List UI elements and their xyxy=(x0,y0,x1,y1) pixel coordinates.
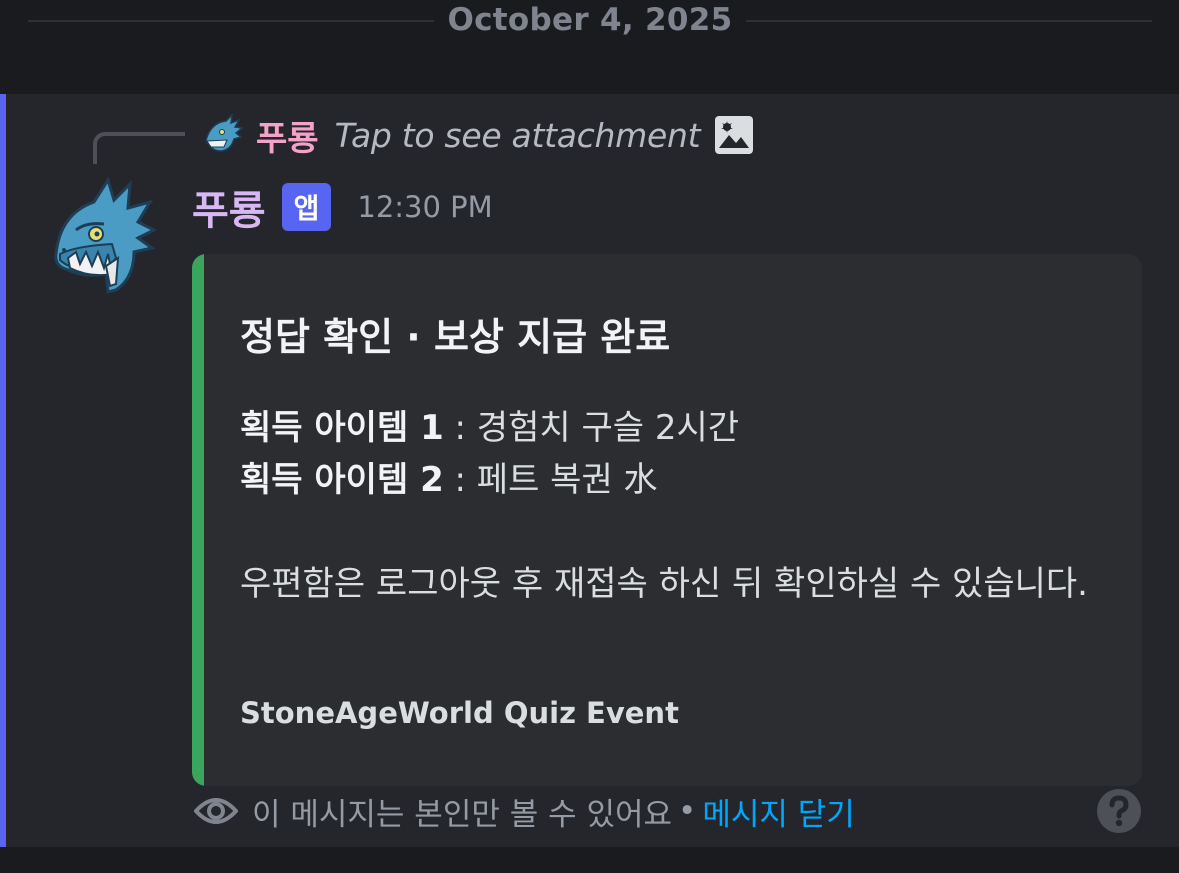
embed-field-2: 획득 아이템 2 : 페트 복권 水 xyxy=(240,452,658,501)
embed-title: 정답 확인 · 보상 지급 완료 xyxy=(240,315,671,359)
reply-reference[interactable]: 푸룡 Tap to see attachment xyxy=(196,110,754,160)
ephemeral-highlight-bar xyxy=(0,94,6,847)
message-timestamp[interactable]: 12:30 PM xyxy=(357,190,492,224)
ephemeral-notice: 이 메시지는 본인만 볼 수 있어요 • 메시지 닫기 xyxy=(194,789,855,834)
reply-text[interactable]: Tap to see attachment xyxy=(335,116,701,155)
app-badge: 앱 xyxy=(281,183,332,231)
embed: 정답 확인 · 보상 지급 완료 획득 아이템 1 : 경험치 구슬 2시간 획… xyxy=(192,254,1142,786)
eye-icon xyxy=(194,798,238,824)
embed-footer: StoneAgeWorld Quiz Event xyxy=(240,696,679,730)
image-icon xyxy=(715,116,754,154)
embed-description: 우편함은 로그아웃 후 재접속 하신 뒤 확인하실 수 있습니다. xyxy=(240,564,1088,604)
separator-dot: • xyxy=(678,793,697,829)
embed-accent-bar xyxy=(192,254,204,786)
reply-author[interactable]: 푸룡 xyxy=(256,111,319,160)
help-icon[interactable] xyxy=(1096,788,1142,834)
message[interactable]: 푸룡 Tap to see attachment 푸룡 앱 12:30 PM 정… xyxy=(0,94,1179,847)
embed-field-label: 획득 아이템 2 xyxy=(240,460,444,500)
embed-field-value: : 경험치 구슬 2시간 xyxy=(443,408,740,448)
message-header: 푸룡 앱 12:30 PM xyxy=(192,182,493,234)
reply-avatar[interactable] xyxy=(196,110,246,160)
divider-line-left xyxy=(28,20,434,22)
dismiss-message-link[interactable]: 메시지 닫기 xyxy=(702,789,854,834)
ephemeral-notice-text: 이 메시지는 본인만 볼 수 있어요 xyxy=(252,796,673,833)
reply-spine xyxy=(93,132,185,164)
embed-field-label: 획득 아이템 1 xyxy=(240,408,444,448)
divider-line-right xyxy=(746,20,1152,22)
author-name[interactable]: 푸룡 xyxy=(192,178,266,236)
embed-field-1: 획득 아이템 1 : 경험치 구슬 2시간 xyxy=(240,400,739,449)
author-avatar[interactable] xyxy=(46,174,158,296)
date-divider: October 4, 2025 xyxy=(0,0,1179,46)
date-label: October 4, 2025 xyxy=(447,2,733,38)
embed-field-value: : 페트 복권 水 xyxy=(443,460,658,500)
